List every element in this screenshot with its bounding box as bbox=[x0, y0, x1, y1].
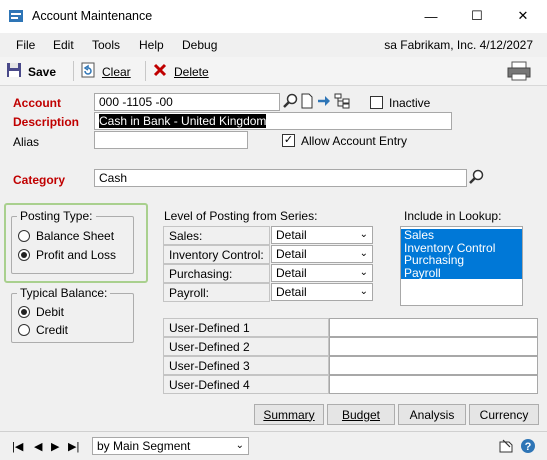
company-status: sa Fabrikam, Inc. 4/12/2027 bbox=[384, 38, 533, 52]
menu-file[interactable]: File bbox=[16, 38, 35, 52]
save-icon bbox=[6, 62, 22, 81]
lookup-listbox[interactable]: Sales Inventory Control Purchasing Payro… bbox=[400, 226, 523, 306]
chevron-down-icon: ⌄ bbox=[359, 248, 368, 259]
save-button[interactable]: Save bbox=[6, 62, 56, 81]
purchasing-posting-select[interactable]: Detail ⌄ bbox=[271, 264, 373, 282]
close-button[interactable]: ✕ bbox=[500, 0, 546, 32]
next-record-icon[interactable]: ▶ bbox=[51, 440, 59, 453]
include-lookup-label: Include in Lookup: bbox=[404, 209, 502, 223]
chevron-down-icon: ⌄ bbox=[359, 286, 368, 297]
description-label: Description bbox=[13, 115, 80, 129]
user-defined-4-field[interactable] bbox=[329, 375, 538, 394]
user-defined-1-field[interactable] bbox=[329, 318, 538, 337]
menu-edit[interactable]: Edit bbox=[53, 38, 74, 52]
user-defined-4-label: User-Defined 4 bbox=[163, 375, 329, 394]
user-defined-2-label: User-Defined 2 bbox=[163, 337, 329, 356]
profit-loss-label: Profit and Loss bbox=[36, 248, 117, 262]
series-sales-label: Sales: bbox=[163, 226, 270, 245]
inactive-label: Inactive bbox=[389, 96, 431, 110]
lookup-item-payroll[interactable]: Payroll bbox=[401, 266, 522, 279]
credit-label: Credit bbox=[36, 323, 69, 337]
user-defined-3-field[interactable] bbox=[329, 356, 538, 375]
allow-entry-checkbox[interactable]: ✓ bbox=[282, 134, 295, 147]
toolbar-separator bbox=[73, 61, 74, 81]
delete-button[interactable]: Delete bbox=[152, 62, 209, 81]
debit-radio[interactable] bbox=[18, 306, 30, 318]
series-inventory-label: Inventory Control: bbox=[163, 245, 270, 264]
window-title: Account Maintenance bbox=[32, 9, 153, 23]
balance-sheet-label: Balance Sheet bbox=[36, 229, 115, 243]
status-bar bbox=[0, 431, 547, 460]
next-arrow-icon[interactable] bbox=[316, 93, 332, 112]
alias-field[interactable] bbox=[94, 131, 248, 149]
clear-label: Clear bbox=[102, 64, 131, 79]
account-lookup-icon[interactable] bbox=[283, 93, 299, 112]
svg-text:?: ? bbox=[525, 441, 532, 453]
user-defined-2-field[interactable] bbox=[329, 337, 538, 356]
clear-button[interactable]: Clear bbox=[80, 62, 131, 81]
chevron-down-icon: ⌄ bbox=[235, 440, 244, 451]
hierarchy-icon[interactable] bbox=[334, 93, 350, 112]
menu-debug[interactable]: Debug bbox=[182, 38, 217, 52]
profit-loss-radio[interactable] bbox=[18, 249, 30, 261]
note-icon[interactable] bbox=[300, 93, 314, 112]
menu-help[interactable]: Help bbox=[139, 38, 164, 52]
account-label: Account bbox=[13, 96, 61, 110]
budget-button[interactable]: Budget bbox=[327, 404, 395, 425]
typical-balance-label: Typical Balance: bbox=[17, 286, 111, 300]
delete-icon bbox=[152, 62, 168, 81]
analysis-button[interactable]: Analysis bbox=[398, 404, 466, 425]
payroll-posting-select[interactable]: Detail ⌄ bbox=[271, 283, 373, 301]
toolbar-separator bbox=[145, 61, 146, 81]
typical-balance-group bbox=[11, 293, 134, 343]
clear-icon bbox=[80, 62, 96, 81]
debit-label: Debit bbox=[36, 305, 65, 319]
description-field[interactable]: Cash in Bank - United Kingdom bbox=[94, 112, 452, 130]
inactive-checkbox[interactable] bbox=[370, 96, 383, 109]
description-selected-text: Cash in Bank - United Kingdom bbox=[99, 114, 267, 128]
lookup-item-sales[interactable]: Sales bbox=[401, 229, 522, 242]
posting-type-label: Posting Type: bbox=[17, 209, 96, 223]
category-label: Category bbox=[13, 173, 66, 187]
printer-icon[interactable] bbox=[507, 61, 531, 84]
minimize-button[interactable]: — bbox=[408, 0, 454, 32]
first-record-icon[interactable]: |◀ bbox=[12, 440, 23, 453]
sales-posting-select[interactable]: Detail ⌄ bbox=[271, 226, 373, 244]
chevron-down-icon: ⌄ bbox=[359, 229, 368, 240]
currency-button[interactable]: Currency bbox=[469, 404, 539, 425]
chevron-down-icon: ⌄ bbox=[359, 267, 368, 278]
previous-record-icon[interactable]: ◀ bbox=[34, 440, 42, 453]
inventory-posting-select[interactable]: Detail ⌄ bbox=[271, 245, 373, 263]
credit-radio[interactable] bbox=[18, 324, 30, 336]
allow-entry-label: Allow Account Entry bbox=[301, 134, 408, 148]
note-icon[interactable] bbox=[498, 438, 514, 457]
posting-type-group bbox=[11, 216, 134, 274]
lookup-item-purchasing[interactable]: Purchasing bbox=[401, 254, 522, 267]
user-defined-1-label: User-Defined 1 bbox=[163, 318, 329, 337]
app-icon bbox=[8, 8, 24, 24]
save-label: Save bbox=[28, 64, 57, 79]
delete-label: Delete bbox=[174, 64, 209, 79]
account-field[interactable]: 000 -1105 -00 bbox=[94, 93, 280, 111]
alias-label: Alias bbox=[13, 135, 40, 149]
summary-button[interactable]: Summary bbox=[254, 404, 324, 425]
help-icon[interactable]: ? bbox=[520, 438, 536, 457]
category-lookup-icon[interactable] bbox=[469, 169, 485, 188]
menu-tools[interactable]: Tools bbox=[92, 38, 120, 52]
series-payroll-label: Payroll: bbox=[163, 283, 270, 302]
level-posting-label: Level of Posting from Series: bbox=[164, 209, 318, 223]
maximize-button[interactable]: ☐ bbox=[454, 0, 500, 32]
sort-select[interactable]: by Main Segment ⌄ bbox=[92, 437, 249, 455]
series-purchasing-label: Purchasing: bbox=[163, 264, 270, 283]
balance-sheet-radio[interactable] bbox=[18, 230, 30, 242]
category-field[interactable]: Cash bbox=[94, 169, 467, 187]
last-record-icon[interactable]: ▶| bbox=[68, 440, 79, 453]
user-defined-3-label: User-Defined 3 bbox=[163, 356, 329, 375]
